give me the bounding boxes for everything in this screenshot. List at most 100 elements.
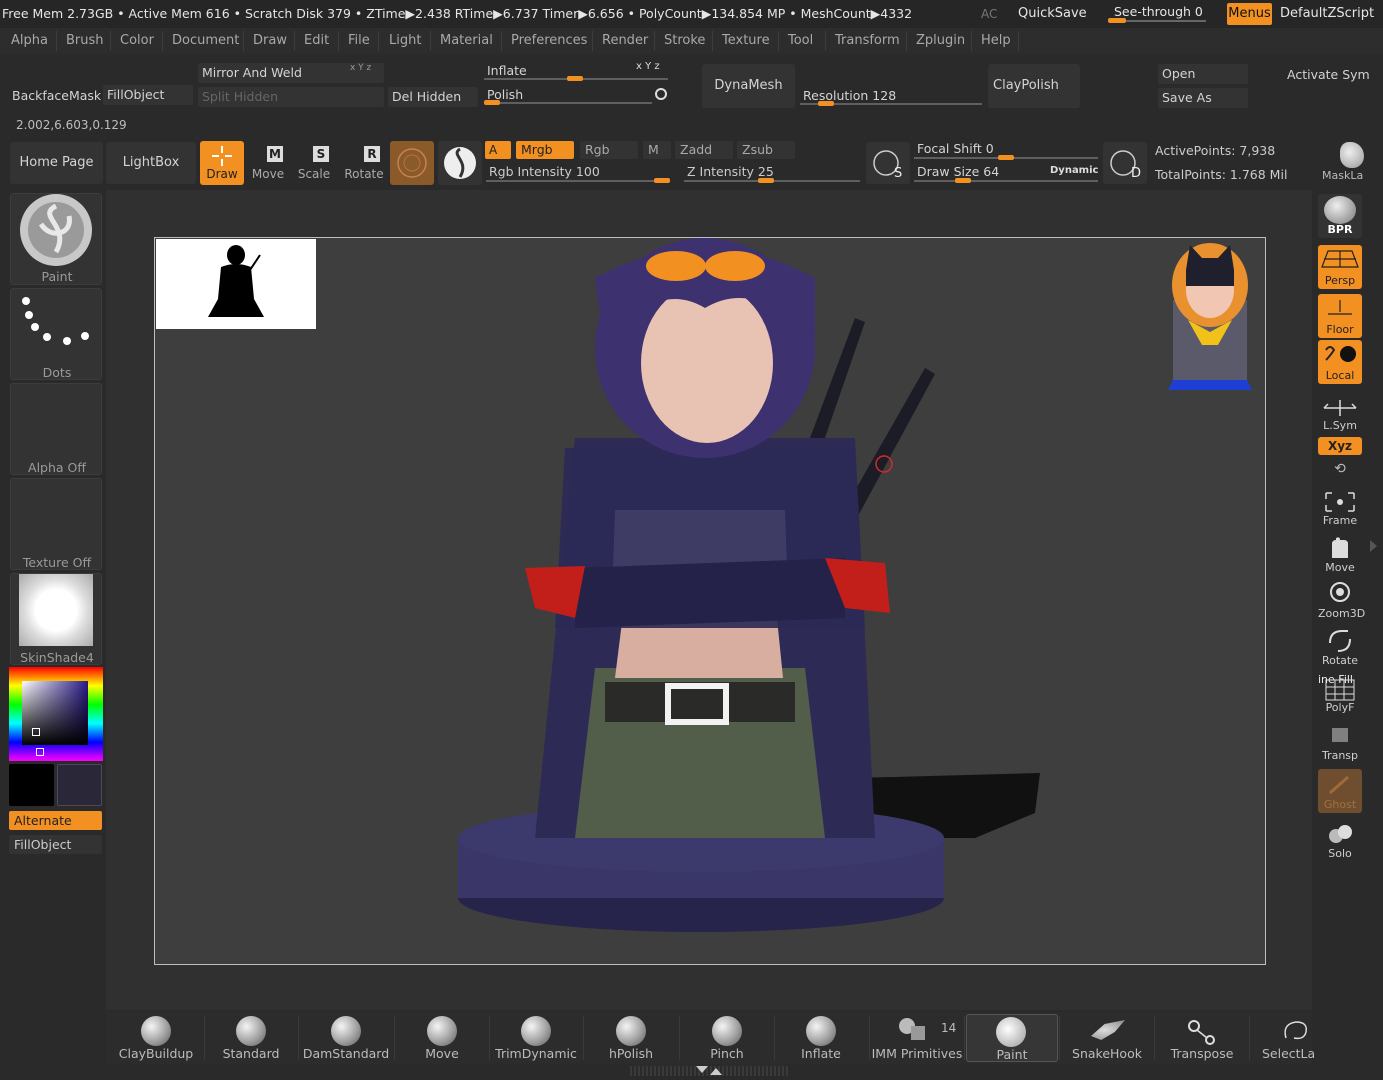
sculptris-pro-button[interactable]: S xyxy=(866,142,910,184)
bpr-render-button[interactable]: BPR xyxy=(1318,194,1362,238)
rgb-intensity-knob[interactable] xyxy=(654,178,670,183)
inflate-axis-toggle[interactable]: x Y z xyxy=(636,61,660,72)
material-swatch[interactable] xyxy=(390,141,434,185)
see-through-slider-label[interactable]: See-through 0 xyxy=(1114,4,1203,19)
resolution-slider-label[interactable]: Resolution 128 xyxy=(803,88,896,103)
draw-size-track[interactable] xyxy=(914,180,1098,182)
draw-size-knob[interactable] xyxy=(955,178,971,183)
dynamic-brush-button[interactable]: D xyxy=(1103,142,1147,184)
menu-material[interactable]: Material xyxy=(440,33,493,48)
polish-slider-track[interactable] xyxy=(484,102,652,104)
fillobject-left-button[interactable]: FillObject xyxy=(9,835,102,854)
brush-imm-primitives[interactable]: 14 IMM Primitives xyxy=(871,1014,963,1062)
rotate-axis-icon[interactable]: ⟲ xyxy=(1332,461,1348,477)
menus-toggle-button[interactable]: Menus xyxy=(1227,3,1272,25)
rotate-view-button[interactable]: Rotate xyxy=(1318,625,1362,669)
brush-claybuildup[interactable]: ClayBuildup xyxy=(110,1014,202,1062)
brush-paint-selected[interactable]: Paint xyxy=(966,1014,1058,1062)
local-button[interactable]: Local xyxy=(1318,340,1362,384)
zadd-button[interactable]: Zadd xyxy=(675,141,733,159)
alternate-color-button[interactable]: Alternate xyxy=(9,811,102,830)
open-button[interactable]: Open xyxy=(1158,64,1248,84)
alpha-slot[interactable]: Alpha Off xyxy=(10,383,102,475)
rgb-intensity-label[interactable]: Rgb Intensity 100 xyxy=(489,164,600,179)
persp-button[interactable]: Persp xyxy=(1318,245,1362,289)
polyframe-button[interactable]: PolyF xyxy=(1318,672,1362,716)
mrgb-button[interactable]: Mrgb xyxy=(516,141,574,159)
draw-mode-button[interactable]: Draw xyxy=(200,141,244,185)
menu-file[interactable]: File xyxy=(348,33,370,48)
hue-picker-cursor[interactable] xyxy=(36,748,44,756)
focal-shift-knob[interactable] xyxy=(998,155,1014,160)
tray-expand-arrow[interactable] xyxy=(710,1068,722,1075)
ac-indicator[interactable]: AC xyxy=(981,7,997,21)
menu-brush[interactable]: Brush xyxy=(66,33,104,48)
masklasso-button[interactable]: MaskLa xyxy=(1322,140,1366,184)
menu-draw[interactable]: Draw xyxy=(253,33,287,48)
solo-button[interactable]: Solo xyxy=(1318,818,1362,862)
menu-preferences[interactable]: Preferences xyxy=(511,33,587,48)
menu-color[interactable]: Color xyxy=(120,33,154,48)
menu-render[interactable]: Render xyxy=(602,33,648,48)
color-picker-hue-ring[interactable] xyxy=(9,667,103,761)
fillobject-top-button[interactable]: FillObject xyxy=(103,85,193,105)
material-slot[interactable]: SkinShade4 xyxy=(10,573,102,665)
inflate-slider-knob[interactable] xyxy=(567,76,583,81)
brush-pinch[interactable]: Pinch xyxy=(681,1014,773,1062)
brush-standard[interactable]: Standard xyxy=(205,1014,297,1062)
menu-edit[interactable]: Edit xyxy=(304,33,329,48)
stroke-slot[interactable]: Dots xyxy=(10,288,102,380)
home-page-button[interactable]: Home Page xyxy=(10,142,103,184)
secondary-color-swatch[interactable] xyxy=(57,764,102,806)
rgb-button[interactable]: Rgb xyxy=(580,141,638,159)
move-view-button[interactable]: Move xyxy=(1318,532,1362,576)
m-button[interactable]: M xyxy=(643,141,671,159)
rgb-intensity-track[interactable] xyxy=(486,180,670,182)
dynamesh-button[interactable]: DynaMesh xyxy=(702,64,795,108)
color-picker-cursor[interactable] xyxy=(32,728,40,736)
brush-inflate[interactable]: Inflate xyxy=(775,1014,867,1062)
brush-hpolish[interactable]: hPolish xyxy=(585,1014,677,1062)
tray-collapse-arrow[interactable] xyxy=(696,1066,708,1073)
polish-toggle-circle[interactable] xyxy=(655,88,667,100)
menu-stroke[interactable]: Stroke xyxy=(664,33,705,48)
dynamic-toggle[interactable]: Dynamic xyxy=(1050,165,1098,176)
floor-button[interactable]: Floor xyxy=(1318,294,1362,338)
draw-size-label[interactable]: Draw Size 64 xyxy=(917,164,999,179)
lightbox-button[interactable]: LightBox xyxy=(106,142,196,184)
brush-slot[interactable]: Paint xyxy=(10,193,102,285)
split-hidden-button[interactable]: Split Hidden xyxy=(198,87,384,107)
menu-zplugin[interactable]: Zplugin xyxy=(916,33,965,48)
default-zscript-button[interactable]: DefaultZScript xyxy=(1280,6,1374,21)
backfacemask-button[interactable]: BackfaceMask xyxy=(12,88,101,103)
inflate-slider-label[interactable]: Inflate xyxy=(487,63,527,78)
right-tray-expand-arrow[interactable] xyxy=(1370,540,1377,552)
menu-help[interactable]: Help xyxy=(981,33,1011,48)
brush-transpose[interactable]: Transpose xyxy=(1156,1014,1248,1062)
quicksave-button[interactable]: QuickSave xyxy=(1018,6,1087,21)
brush-snakehook[interactable]: SnakeHook xyxy=(1061,1014,1153,1062)
menu-light[interactable]: Light xyxy=(389,33,421,48)
menu-transform[interactable]: Transform xyxy=(835,33,900,48)
navigation-figure-thumbnail[interactable] xyxy=(1158,240,1262,390)
activate-symmetry-button[interactable]: Activate Sym xyxy=(1287,67,1370,82)
brush-move[interactable]: Move xyxy=(396,1014,488,1062)
canvas[interactable] xyxy=(154,237,1266,965)
rotate-mode-button[interactable]: R Rotate xyxy=(342,141,386,185)
frame-button[interactable]: Frame xyxy=(1318,485,1362,529)
menu-alpha[interactable]: Alpha xyxy=(11,33,48,48)
texture-slot[interactable]: Texture Off xyxy=(10,478,102,570)
brush-damstandard[interactable]: DamStandard xyxy=(300,1014,392,1062)
transparency-button[interactable]: Transp xyxy=(1318,720,1362,764)
xyz-symmetry-button[interactable]: Xyz xyxy=(1318,437,1362,455)
zsub-button[interactable]: Zsub xyxy=(737,141,795,159)
primary-color-swatch[interactable] xyxy=(9,764,54,806)
focal-shift-label[interactable]: Focal Shift 0 xyxy=(917,141,994,156)
menu-document[interactable]: Document xyxy=(172,33,239,48)
move-mode-button[interactable]: M Move xyxy=(248,141,288,185)
polish-slider-knob[interactable] xyxy=(484,100,500,105)
resolution-slider-knob[interactable] xyxy=(818,101,834,106)
z-intensity-label[interactable]: Z Intensity 25 xyxy=(687,164,774,179)
a-mode-button[interactable]: A xyxy=(485,141,511,159)
save-as-button[interactable]: Save As xyxy=(1158,88,1248,108)
